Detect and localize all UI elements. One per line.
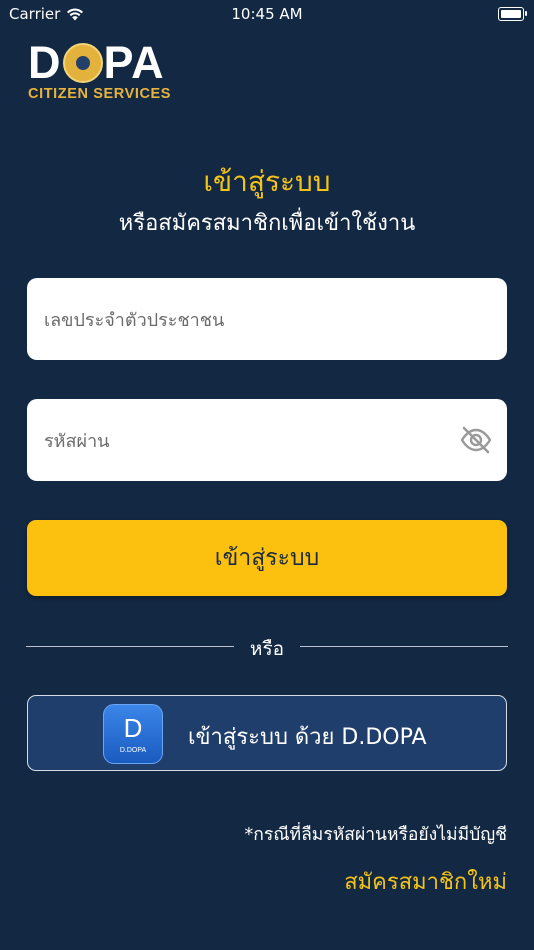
or-divider: หรือ (26, 634, 508, 660)
page-subtitle: หรือสมัครสมาชิกเพื่อเข้าใช้งาน (118, 211, 416, 236)
register-link[interactable]: สมัครสมาชิกใหม่ (344, 864, 507, 899)
ddopa-login-button[interactable]: D D.DOPA เข้าสู่ระบบ ด้วย D.DOPA (27, 695, 507, 771)
seal-emblem-icon (62, 43, 103, 83)
forgot-password-note: *กรณีที่ลืมรหัสผ่านหรือยังไม่มีบัญชี (244, 825, 507, 845)
login-button[interactable]: เข้าสู่ระบบ (27, 520, 507, 596)
ddopa-login-label: เข้าสู่ระบบ ด้วย D.DOPA (188, 725, 427, 750)
logo-subtitle: CITIZEN SERVICES (28, 86, 172, 102)
login-button-label: เข้าสู่ระบบ (214, 545, 320, 571)
dopa-logo: D PA CITIZEN SERVICES (28, 40, 172, 103)
status-time: 10:45 AM (231, 5, 303, 23)
page-title: เข้าสู่ระบบ (203, 165, 331, 198)
status-bar: Carrier 10:45 AM (0, 0, 534, 28)
or-label: หรือ (249, 638, 285, 660)
ddopa-icon-letter: D (123, 713, 143, 743)
citizen-id-input[interactable] (42, 278, 446, 362)
eye-off-icon[interactable] (459, 425, 493, 455)
citizen-id-field[interactable] (27, 278, 507, 362)
password-input[interactable] (42, 399, 446, 483)
ddopa-icon-caption: D.DOPA (119, 747, 147, 754)
logo-wordmark: D PA (28, 40, 171, 86)
ddopa-app-icon: D D.DOPA (103, 704, 163, 764)
logo-letter-d: D (28, 37, 62, 88)
battery-icon (498, 7, 527, 21)
divider-line-right (300, 646, 508, 647)
password-field[interactable] (27, 399, 507, 483)
logo-letters-pa: PA (103, 37, 165, 88)
